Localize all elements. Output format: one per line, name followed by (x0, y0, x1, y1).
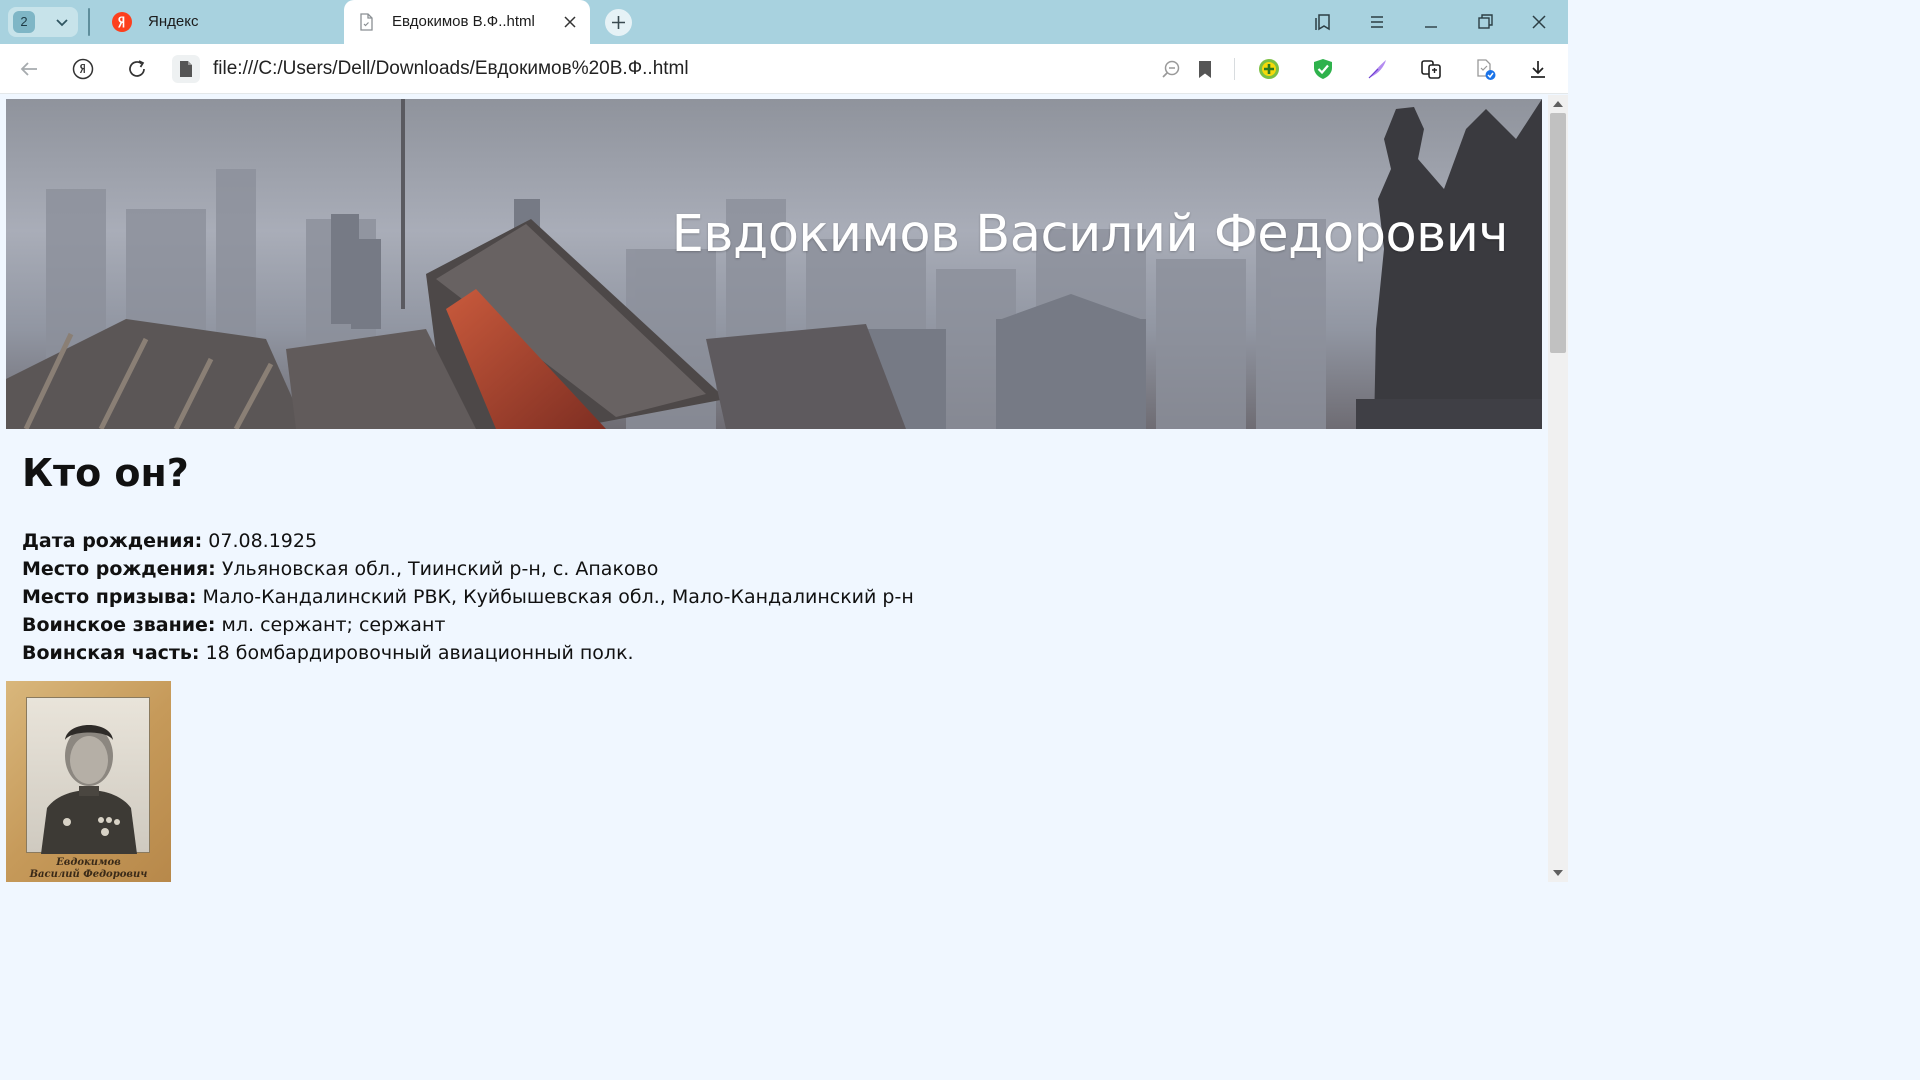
toolbar-divider (1234, 58, 1235, 80)
fact-label: Воинское звание: (22, 614, 216, 636)
soldier-photo (41, 725, 137, 854)
download-icon[interactable] (1527, 58, 1549, 80)
fact-row-birth-place: Место рождения: Ульяновская обл., Тиинск… (22, 555, 914, 583)
page-check-icon[interactable] (1474, 58, 1496, 80)
address-url[interactable]: file:///C:/Users/Dell/Downloads/Евдокимо… (213, 58, 689, 80)
feather-icon[interactable] (1366, 58, 1388, 80)
tab-counter-button[interactable]: 2 (8, 7, 78, 37)
fact-value: Мало-Кандалинский РВК, Куйбышевская обл.… (196, 586, 914, 608)
page-viewport: Евдокимов Василий Федорович Кто он? Дата… (0, 95, 1548, 882)
window-close-icon[interactable] (1529, 12, 1549, 32)
bookmark-icon[interactable] (1194, 58, 1216, 80)
minimize-icon[interactable] (1421, 12, 1441, 32)
fact-label: Место призыва: (22, 586, 197, 608)
section-title: Кто он? (22, 451, 189, 495)
facts-list: Дата рождения: 07.08.1925 Место рождения… (22, 527, 914, 667)
header-banner: Евдокимов Василий Федорович (6, 99, 1542, 429)
fact-row-rank: Воинское звание: мл. сержант; сержант (22, 611, 914, 639)
scroll-thumb[interactable] (1550, 113, 1566, 353)
yandex-button-icon[interactable] (72, 58, 94, 80)
fact-row-birth-date: Дата рождения: 07.08.1925 (22, 527, 914, 555)
chevron-down-icon (56, 19, 68, 27)
file-icon (360, 13, 373, 31)
scroll-down-icon[interactable] (1552, 868, 1564, 878)
tab-separator (88, 8, 90, 36)
zoom-icon[interactable] (1160, 58, 1182, 80)
banner-painting (6, 99, 1542, 429)
file-icon (180, 61, 192, 77)
shield-check-icon[interactable] (1312, 58, 1334, 80)
fact-value: 07.08.1925 (202, 530, 318, 552)
fact-row-draft-place: Место призыва: Мало-Кандалинский РВК, Ку… (22, 583, 914, 611)
menu-icon[interactable] (1367, 12, 1387, 32)
portrait-caption-line: Василий Федорович (29, 869, 148, 880)
fact-label: Дата рождения: (22, 530, 203, 552)
site-info-button[interactable] (172, 55, 200, 83)
reload-icon[interactable] (126, 58, 148, 80)
page-scrollbar[interactable] (1548, 95, 1568, 882)
new-tab-button[interactable] (605, 9, 632, 36)
collections-icon[interactable] (1313, 12, 1333, 32)
address-toolbar: file:///C:/Users/Dell/Downloads/Евдокимо… (0, 44, 1568, 94)
scroll-up-icon[interactable] (1552, 99, 1564, 109)
tab-active-document[interactable]: Евдокимов В.Ф..html (344, 0, 590, 44)
tab-title: Евдокимов В.Ф..html (392, 13, 535, 30)
tab-title: Яндекс (148, 13, 199, 30)
plus-icon (612, 16, 625, 29)
translate-icon[interactable] (1420, 58, 1442, 80)
back-arrow-icon[interactable] (18, 58, 40, 80)
tab-count: 2 (13, 11, 35, 33)
portrait-image: Евдокимов Василий Федорович (6, 681, 171, 882)
portrait-photo (26, 697, 150, 854)
fact-label: Место рождения: (22, 558, 216, 580)
tab-strip: 2 Яндекс Евдокимов В.Ф..html (0, 0, 1568, 44)
tab-yandex[interactable]: Яндекс (100, 0, 344, 44)
portrait-caption: Евдокимов Василий Федорович (6, 857, 171, 881)
banner-title: Евдокимов Василий Федорович (671, 205, 1509, 264)
fact-label: Воинская часть: (22, 642, 200, 664)
extension-plus-icon[interactable] (1258, 58, 1280, 80)
yandex-logo-icon (112, 12, 132, 32)
fact-row-unit: Воинская часть: 18 бомбардировочный авиа… (22, 639, 914, 667)
close-icon[interactable] (562, 14, 578, 30)
portrait-caption-line: Евдокимов (56, 857, 121, 868)
fact-value: 18 бомбардировочный авиационный полк. (199, 642, 634, 664)
fact-value: Ульяновская обл., Тиинский р-н, с. Апако… (215, 558, 659, 580)
restore-icon[interactable] (1475, 12, 1495, 32)
fact-value: мл. сержант; сержант (215, 614, 446, 636)
